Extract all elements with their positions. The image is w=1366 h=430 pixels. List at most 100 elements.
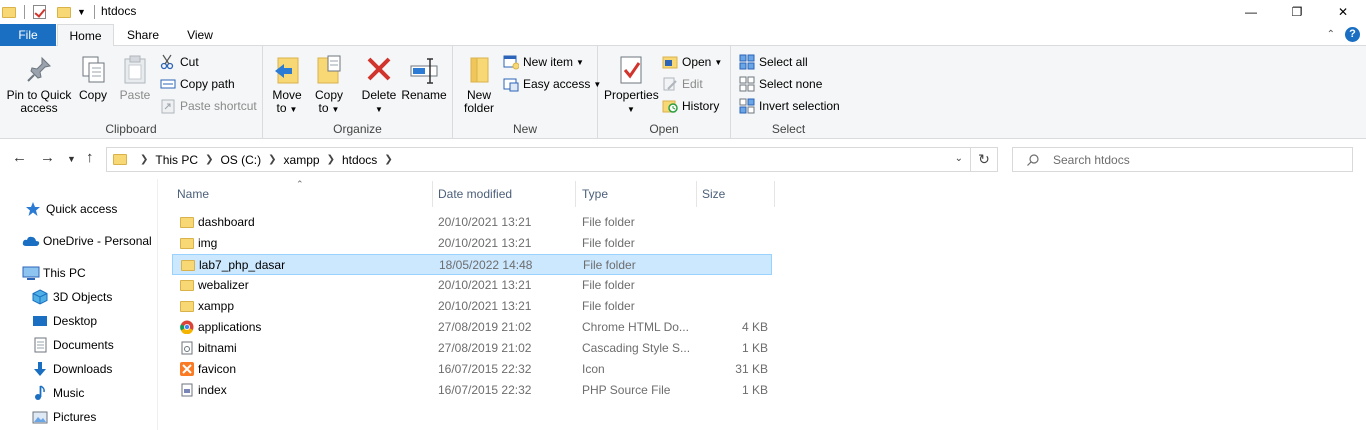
clipboard-group: Pin to Quick access Copy Paste Cut Copy … [0, 46, 263, 139]
file-list: ⌃ Name Date modified Type Size dashboard… [160, 179, 1366, 430]
table-row[interactable]: xampp 20/10/2021 13:21 File folder [172, 296, 772, 317]
breadcrumb-htdocs[interactable]: htdocs ❯ [342, 153, 400, 167]
nav-item-quick-access[interactable]: Quick access [25, 198, 117, 220]
history-label: History [682, 99, 720, 113]
file-type: Cascading Style S... [582, 341, 691, 355]
customize-toolbar-arrow-icon[interactable]: ▼ [77, 7, 86, 17]
recent-locations-chevron-icon[interactable]: ▼ [67, 154, 76, 164]
file-date-modified: 20/10/2021 13:21 [438, 236, 532, 250]
tab-share[interactable]: Share [118, 24, 168, 46]
paste-label: Paste [119, 88, 151, 102]
copy-button[interactable]: Copy [74, 50, 112, 102]
column-header-date-modified[interactable]: Date modified [438, 179, 575, 209]
easy-access-icon [503, 76, 519, 92]
close-button[interactable]: ✕ [1320, 0, 1366, 24]
clipboard-group-label: Clipboard [105, 122, 157, 136]
ribbon: Pin to Quick access Copy Paste Cut Copy … [0, 46, 1366, 139]
address-dropdown-chevron-icon[interactable]: ⌄ [955, 153, 963, 164]
chrome-icon [180, 320, 194, 335]
collapse-ribbon-icon[interactable]: ⌃ [1327, 29, 1335, 40]
new-folder-button[interactable]: New folder [459, 50, 499, 115]
breadcrumb-this-pc[interactable]: This PC ❯ [155, 153, 220, 167]
computer-icon [22, 265, 40, 281]
table-row[interactable]: applications 27/08/2019 21:02 Chrome HTML … [172, 317, 772, 338]
copy-to-button[interactable]: Copy to ▼ [311, 50, 347, 116]
breadcrumb-xampp[interactable]: xampp ❯ [284, 153, 342, 167]
tab-home[interactable]: Home [57, 24, 114, 47]
up-arrow-icon[interactable]: ↑ [86, 149, 94, 166]
edit-button[interactable]: Edit [662, 74, 703, 94]
properties-check-icon[interactable] [33, 5, 46, 19]
file-type: File folder [582, 236, 635, 250]
table-row[interactable]: index 16/07/2015 22:32 PHP Source File 1 KB [172, 380, 772, 401]
address-bar[interactable]: ❯ This PC ❯ OS (C:) ❯ xampp ❯ htdocs ❯ ⌄ ↻ [106, 147, 998, 172]
cut-button[interactable]: Cut [160, 52, 199, 72]
new-item-button[interactable]: New item ▼ [503, 52, 584, 72]
properties-label: Properties [604, 88, 659, 102]
tab-view[interactable]: View [172, 24, 228, 46]
title-bar: ▼ htdocs — ❐ ✕ [0, 0, 1366, 24]
open-button[interactable]: Open ▼ [662, 52, 722, 72]
search-box[interactable]: Search htdocs [1012, 147, 1353, 172]
rename-button[interactable]: Rename [401, 50, 447, 102]
column-header-type[interactable]: Type [582, 179, 696, 209]
folder-icon [180, 280, 194, 291]
table-row[interactable]: lab7_php_dasar 18/05/2022 14:48 File folde… [172, 254, 772, 275]
table-row[interactable]: webalizer 20/10/2021 13:21 File folder [172, 275, 772, 296]
breadcrumb-os-c[interactable]: OS (C:) ❯ [220, 153, 283, 167]
new-folder-label: New folder [463, 88, 495, 115]
paste-button[interactable]: Paste [115, 50, 155, 102]
nav-item-downloads[interactable]: Downloads [32, 358, 112, 380]
file-name: img [198, 236, 218, 250]
refresh-icon[interactable]: ↻ [970, 147, 997, 172]
history-button[interactable]: History [662, 96, 719, 116]
nav-item-3d-objects[interactable]: 3D Objects [32, 286, 112, 308]
nav-item-pictures[interactable]: Pictures [32, 406, 96, 428]
column-divider[interactable] [432, 181, 433, 207]
column-divider[interactable] [696, 181, 697, 207]
invert-selection-button[interactable]: Invert selection [739, 96, 840, 116]
tab-file[interactable]: File [0, 24, 56, 46]
select-none-button[interactable]: Select none [739, 74, 822, 94]
back-arrow-icon[interactable]: ← [12, 149, 27, 166]
file-name: xampp [198, 299, 235, 313]
table-row[interactable]: img 20/10/2021 13:21 File folder [172, 233, 772, 254]
nav-item-documents[interactable]: Documents [32, 334, 114, 356]
easy-access-label: Easy access [523, 77, 591, 91]
select-all-button[interactable]: Select all [739, 52, 808, 72]
file-type: File folder [582, 215, 635, 229]
pin-icon [24, 54, 54, 86]
maximize-button[interactable]: ❐ [1274, 0, 1320, 24]
column-header-size[interactable]: Size [702, 179, 774, 209]
copy-path-button[interactable]: Copy path [160, 74, 235, 94]
column-divider[interactable] [575, 181, 576, 207]
delete-button[interactable]: Delete ▼ [361, 50, 397, 116]
column-header-name[interactable]: Name [177, 179, 433, 209]
minimize-button[interactable]: — [1228, 0, 1274, 24]
table-row[interactable]: bitnami 27/08/2019 21:02 Cascading Style S… [172, 338, 772, 359]
file-type: Icon [582, 362, 605, 376]
edit-label: Edit [682, 77, 703, 91]
nav-item-music[interactable]: Music [32, 382, 84, 404]
select-group: Select all Select none Invert selection … [731, 46, 846, 139]
nav-item-this-pc[interactable]: This PC [22, 262, 86, 284]
file-type: File folder [582, 278, 635, 292]
easy-access-button[interactable]: Easy access ▼ [503, 74, 601, 94]
new-folder-icon[interactable] [57, 6, 71, 18]
column-divider[interactable] [774, 181, 775, 207]
pin-to-quick-access-button[interactable]: Pin to Quick access [4, 50, 74, 115]
move-to-button[interactable]: Move to ▼ [269, 50, 305, 116]
help-icon[interactable]: ? [1345, 27, 1360, 42]
download-arrow-icon [32, 361, 48, 377]
properties-button[interactable]: Properties ▼ [604, 50, 659, 116]
move-to-icon [272, 54, 302, 86]
file-name: favicon [198, 362, 237, 376]
ribbon-tabs: File Home Share View ⌃ ? [0, 24, 1366, 47]
table-row[interactable]: dashboard 20/10/2021 13:21 File folder [172, 212, 772, 233]
forward-arrow-icon[interactable]: → [40, 149, 55, 166]
nav-item-desktop[interactable]: Desktop [32, 310, 97, 332]
paste-shortcut-button[interactable]: Paste shortcut [160, 96, 257, 116]
nav-item-onedrive[interactable]: OneDrive - Personal [22, 230, 152, 252]
table-row[interactable]: favicon 16/07/2015 22:32 Icon 31 KB [172, 359, 772, 380]
breadcrumb-separator-icon: ❯ [140, 154, 149, 165]
